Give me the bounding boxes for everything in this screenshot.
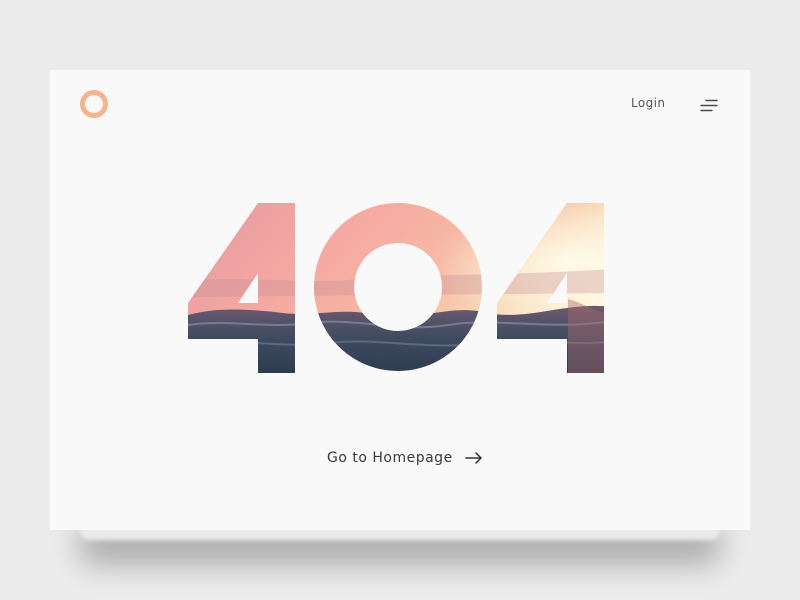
go-home-label: Go to Homepage [327,450,453,466]
error-code-graphic [188,203,604,373]
page-background: Login Go to Homepage [0,0,800,600]
error-card: Login Go to Homepage [50,70,750,530]
arrow-right-icon [464,452,482,464]
menu-lines-icon [700,99,718,112]
login-link[interactable]: Login [631,96,665,110]
menu-button[interactable] [700,98,720,112]
ring-logo-icon[interactable] [80,90,108,118]
go-home-button[interactable]: Go to Homepage [327,450,483,466]
error-code-404 [188,203,612,382]
